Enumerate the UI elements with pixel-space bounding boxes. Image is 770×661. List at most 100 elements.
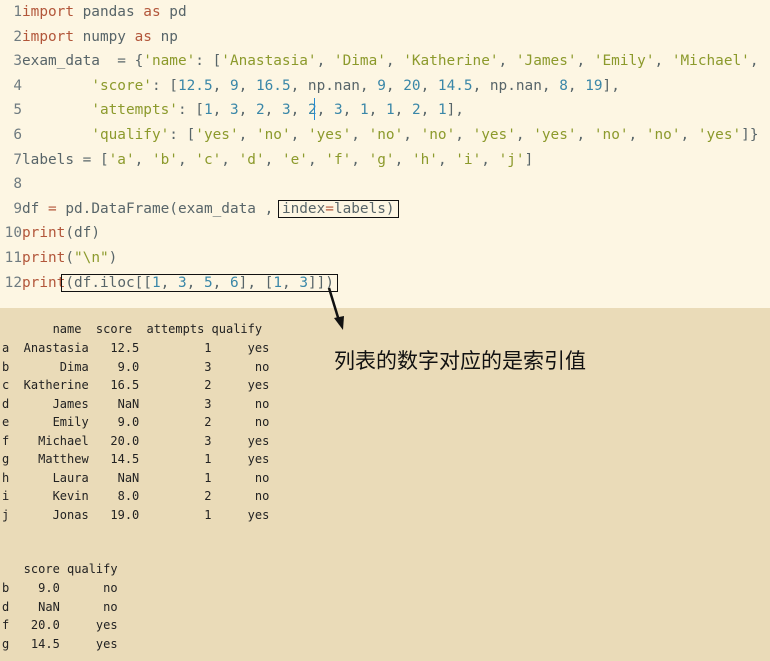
line-number: 10 (4, 225, 22, 242)
output-row: h Laura NaN 1 no (2, 470, 270, 485)
code-token: 1 (359, 102, 369, 119)
output-row: g 14.5 yes (2, 636, 118, 651)
code-line[interactable]: 12print(df.iloc[[1, 3, 5, 6], [1, 3]]) (0, 271, 338, 295)
subset-header: score qualify (2, 562, 118, 576)
code-token: , (238, 102, 256, 119)
code-token: 9 (377, 77, 386, 94)
code-line[interactable]: 6 'qualify': ['yes', 'no', 'yes', 'no', … (0, 123, 758, 147)
code-token: print (22, 274, 66, 291)
code-token: , (680, 127, 698, 143)
code-token: pandas (73, 4, 144, 20)
code-token: , (316, 53, 334, 70)
code-token: , (264, 151, 282, 168)
code-token: , (749, 53, 759, 70)
code-token: 'no' (255, 127, 291, 143)
code-token: df.iloc[[ (74, 274, 152, 291)
code-token: , (351, 127, 369, 143)
code-token: ) (108, 250, 118, 266)
code-token: , (455, 127, 473, 143)
code-token: , (394, 102, 412, 119)
output-row: d James NaN 3 no (2, 396, 270, 411)
code-token: , (515, 127, 534, 143)
code-line[interactable]: 2import numpy as np (0, 25, 178, 49)
code-token: , (437, 151, 456, 168)
code-token: (df) (65, 225, 100, 242)
output-row: f 20.0 yes (2, 618, 118, 632)
code-token: , (481, 151, 499, 168)
code-line[interactable]: 5 'attempts': [1, 3, 2, 3, 2, 3, 1, 1, 2… (0, 98, 464, 122)
line-number: 9 (13, 200, 22, 217)
code-token: as (134, 28, 152, 45)
code-token: 1 (203, 102, 213, 119)
code-line[interactable]: 10print(df) (0, 221, 100, 245)
code-token: ( (65, 250, 74, 266)
code-token: print (22, 250, 66, 266)
code-token: , (420, 77, 438, 94)
annotation-note: 列表的数字对应的是索引值 (334, 349, 586, 373)
line-number: 11 (4, 250, 22, 266)
code-token: , (134, 151, 152, 168)
code-line[interactable]: 9df = pd.DataFrame(exam_data , index=lab… (0, 197, 399, 221)
code-token: 'no' (368, 127, 404, 143)
highlight-box: index=labels) (277, 199, 399, 218)
line-number: 6 (13, 127, 22, 143)
code-token: , (238, 77, 256, 94)
code-token: 8 (559, 77, 568, 94)
code-token: 'yes' (307, 127, 352, 143)
output-row: f Michael 20.0 3 yes (2, 433, 270, 448)
code-token: 16.5 (255, 77, 291, 94)
code-token: 12.5 (177, 77, 213, 94)
code-token: import (22, 28, 74, 45)
code-token: 3 (281, 102, 291, 119)
code-token: ] (524, 151, 534, 168)
output-row: e Emily 9.0 2 no (2, 415, 270, 429)
code-token: pd (160, 4, 187, 20)
line-number: 5 (13, 102, 22, 119)
output-row: b Dima 9.0 3 no (2, 359, 270, 374)
output-row: c Katherine 16.5 2 yes (2, 378, 270, 392)
highlight-box: (df.iloc[[1, 3, 5, 6], [1, 3]]) (61, 273, 338, 292)
code-token: , (212, 77, 230, 94)
code-token: , (342, 102, 360, 119)
code-token: 'a' (108, 151, 135, 168)
code-line[interactable]: 7labels = ['a', 'b', 'c', 'd', 'e', 'f',… (0, 148, 533, 172)
output-row: d NaN no (2, 599, 118, 614)
code-token: , (420, 102, 438, 119)
code-token: 'qualify' (91, 127, 170, 143)
code-token: 'yes' (195, 127, 239, 143)
code-token: , np.nan, (472, 77, 560, 94)
line-number: 8 (13, 176, 22, 193)
code-token: ], [ (238, 274, 274, 291)
code-token: as (143, 4, 161, 20)
code-token: , (576, 53, 594, 70)
code-token: : [ (177, 102, 204, 119)
code-token: : [ (169, 127, 196, 143)
code-token: 'j' (498, 151, 525, 168)
code-token: 'no' (645, 127, 681, 143)
code-line[interactable]: 1import pandas as pd (0, 0, 187, 24)
code-token: 'i' (455, 151, 482, 168)
code-token: 'e' (281, 151, 308, 168)
code-token: 'b' (151, 151, 178, 168)
code-token: = (325, 200, 334, 217)
code-editor[interactable]: 1import pandas as pd 2import numpy as np 3… (0, 0, 770, 308)
code-line[interactable]: 4 'score': [12.5, 9, 16.5, np.nan, 9, 20… (0, 74, 620, 98)
code-token: , (351, 151, 369, 168)
code-token: 'h' (411, 151, 438, 168)
code-token: : [ (151, 77, 178, 94)
code-token: , (238, 127, 256, 143)
code-token: 'James' (515, 53, 577, 70)
code-token: 20 (403, 77, 421, 94)
code-line[interactable]: 8 (0, 172, 22, 196)
code-token: 'no' (593, 127, 629, 143)
code-token: 3 (177, 274, 187, 291)
code-line[interactable]: 11print("\n") (0, 246, 118, 270)
output-row: b 9.0 no (2, 581, 118, 595)
code-line[interactable]: 3exam_data = {'name': ['Anastasia', 'Dim… (0, 49, 759, 73)
code-token: pd.DataFrame(exam_data , (56, 200, 282, 217)
code-token: labels = [ (22, 151, 109, 168)
code-token: 3 (333, 102, 343, 119)
code-token: print (22, 225, 66, 242)
